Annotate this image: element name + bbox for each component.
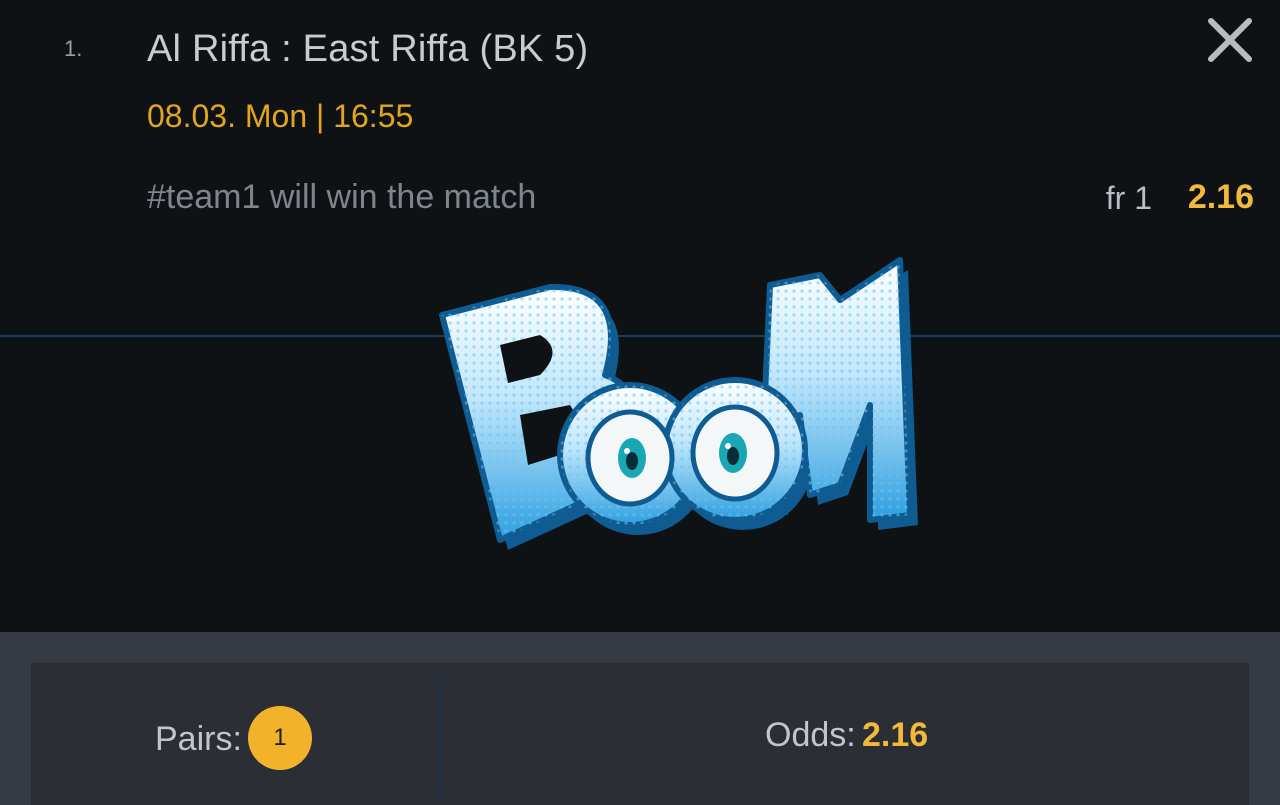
odds-value: 2.16 — [862, 716, 929, 754]
odds-label: Odds: — [765, 716, 856, 754]
bet-description: #team1 will win the match — [147, 178, 537, 216]
boom-banner-art — [439, 257, 918, 550]
bet-index: 1. — [64, 36, 83, 61]
bet-odd: 2.16 — [1187, 178, 1254, 216]
pairs-count-badge: 1 — [248, 706, 312, 770]
boom-banner — [430, 255, 930, 585]
pairs-label: Pairs: — [155, 720, 242, 758]
bet-outcome: fr 1 — [1105, 180, 1152, 216]
close-icon — [1208, 18, 1252, 62]
close-button[interactable] — [1206, 16, 1254, 64]
match-title: Al Riffa : East Riffa (BK 5) — [147, 28, 589, 70]
summary-divider — [437, 677, 439, 797]
match-datetime: 08.03. Mon | 16:55 — [147, 98, 414, 134]
